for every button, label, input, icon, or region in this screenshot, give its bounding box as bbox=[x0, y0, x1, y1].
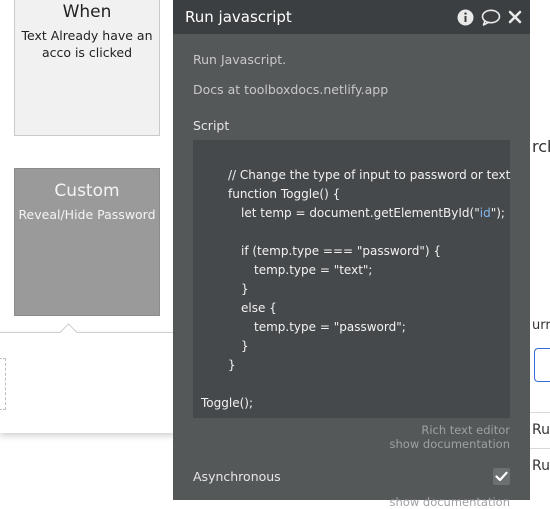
current-fragment: urr bbox=[532, 318, 550, 333]
info-icon[interactable] bbox=[457, 9, 474, 26]
script-label: Script bbox=[193, 118, 230, 133]
row-divider bbox=[530, 448, 550, 449]
comment-icon[interactable] bbox=[481, 9, 501, 26]
row-fragment-2: Ru bbox=[532, 458, 550, 474]
script-code-editor[interactable]: // Change the type of input to password … bbox=[193, 140, 510, 418]
blue-input-edge[interactable] bbox=[534, 348, 550, 382]
checkmark-icon bbox=[495, 471, 508, 482]
rich-text-editor-link[interactable]: Rich text editor bbox=[193, 423, 510, 437]
editor-links: Rich text editor show documentation bbox=[193, 423, 510, 451]
custom-card-subtitle: Reveal/Hide Password bbox=[18, 207, 156, 222]
code-line: let temp = document.getElementById("id")… bbox=[241, 204, 505, 223]
when-card-subtitle: Text Already have an acco is clicked bbox=[15, 27, 159, 61]
code-text: "); bbox=[490, 206, 505, 220]
description-line1: Run Javascript. bbox=[193, 52, 287, 67]
code-line: if (temp.type === "password") { bbox=[241, 244, 442, 258]
run-javascript-editor: Run javascript Run Javascript. Docs at t… bbox=[173, 0, 530, 509]
code-text: let temp = document.getElementById(" bbox=[241, 206, 480, 220]
editor-header: Run javascript bbox=[173, 0, 530, 34]
asynchronous-checkbox[interactable] bbox=[493, 468, 510, 485]
when-card-title: When bbox=[62, 2, 112, 22]
show-documentation-link-2[interactable]: show documentation bbox=[193, 495, 510, 509]
row-divider bbox=[530, 412, 550, 413]
code-line: function Toggle() { bbox=[228, 187, 341, 201]
code-line: else { bbox=[241, 301, 277, 315]
show-documentation-link[interactable]: show documentation bbox=[193, 437, 510, 451]
asynchronous-label: Asynchronous bbox=[193, 469, 281, 484]
custom-card-title: Custom bbox=[54, 181, 120, 201]
editor-title: Run javascript bbox=[185, 8, 292, 26]
when-card-subtitle-line1: Text Already have an bbox=[21, 28, 153, 43]
code-line: } bbox=[228, 358, 236, 372]
close-icon[interactable] bbox=[508, 10, 522, 24]
asynchronous-row: Asynchronous bbox=[193, 468, 510, 485]
code-string: id bbox=[479, 206, 491, 220]
code-line: // Change the type of input to password … bbox=[228, 168, 511, 182]
custom-action-card[interactable]: Custom Reveal/Hide Password bbox=[14, 168, 160, 316]
when-card-subtitle-line2: acco is clicked bbox=[41, 45, 133, 60]
code-line: Toggle(); bbox=[201, 396, 253, 410]
search-fragment: rch bbox=[532, 137, 550, 156]
code-line: } bbox=[241, 339, 249, 353]
code-line: temp.type = "password"; bbox=[254, 320, 406, 334]
code-line: } bbox=[241, 282, 249, 296]
description-docs-link[interactable]: Docs at toolboxdocs.netlify.app bbox=[193, 82, 510, 97]
dashed-drop-zone bbox=[0, 358, 6, 410]
code-line: temp.type = "text"; bbox=[254, 263, 373, 277]
workflow-bottom-panel bbox=[0, 332, 175, 433]
row-fragment-1: Ru bbox=[532, 422, 550, 438]
when-event-card[interactable]: When Text Already have an acco is clicke… bbox=[14, 0, 160, 136]
